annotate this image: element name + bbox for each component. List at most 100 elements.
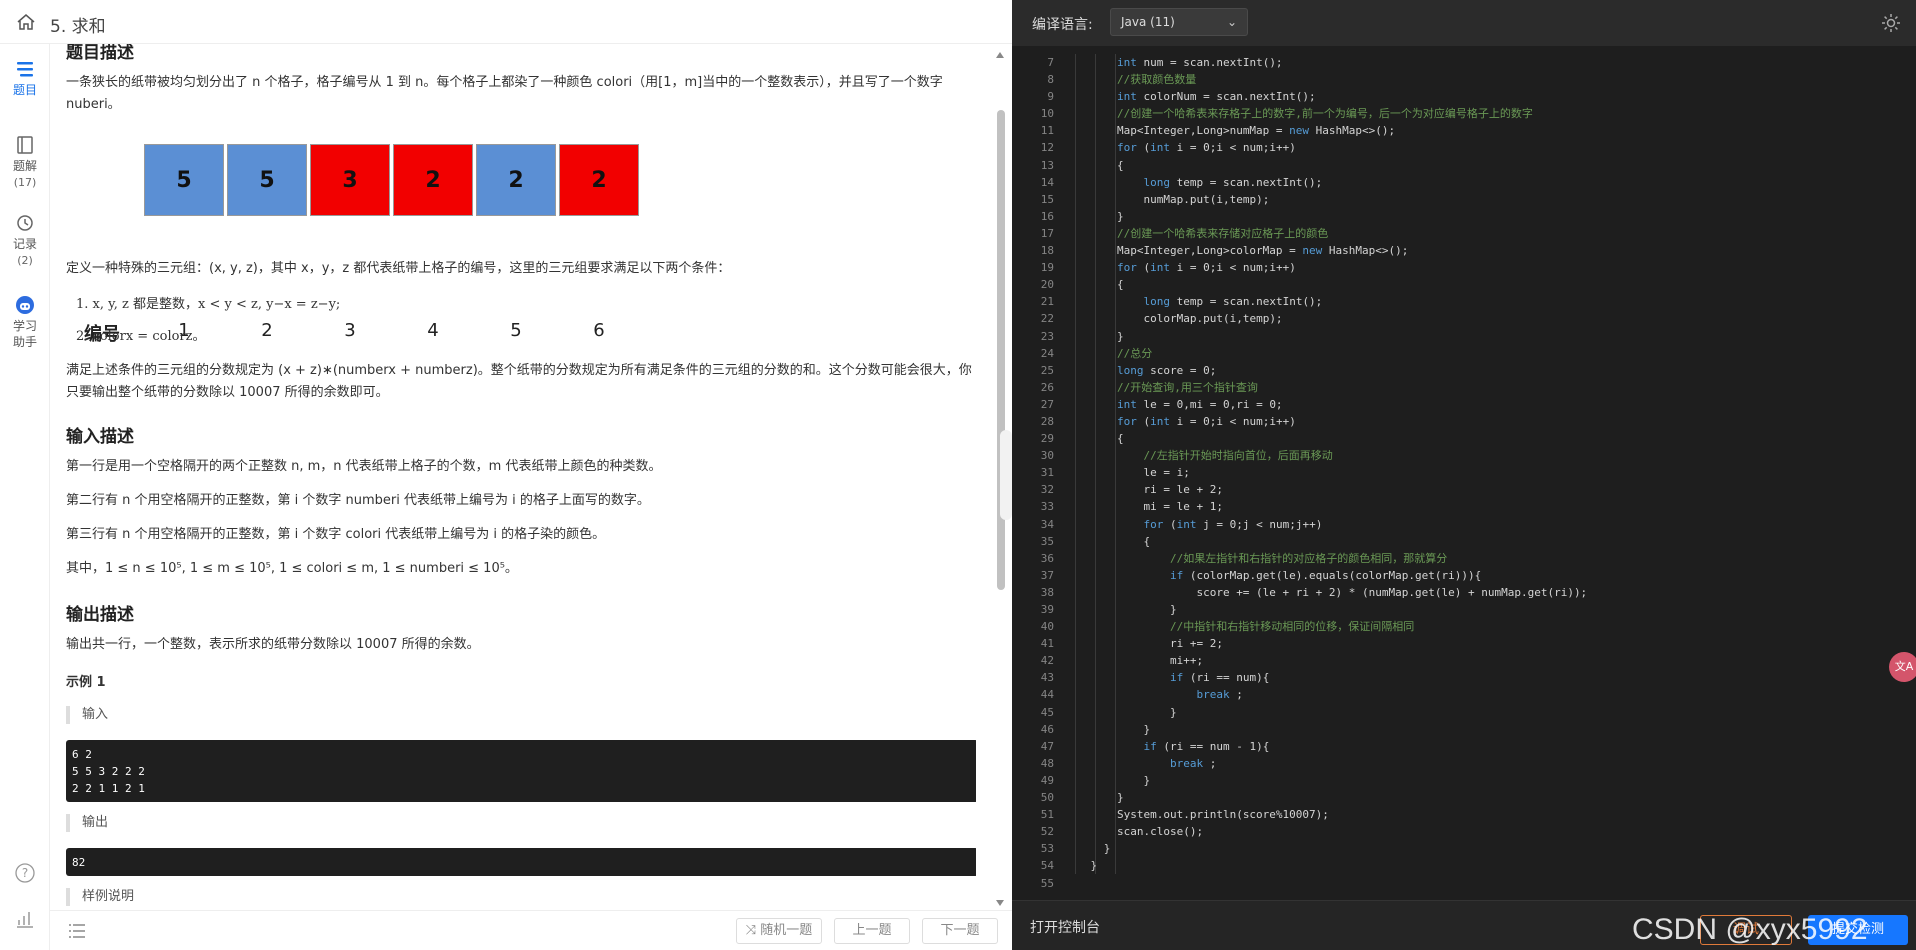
input-desc-2: 第二行有 n 个用空格隔开的正整数，第 i 个数字 numberi 代表纸带上编… xyxy=(66,493,650,508)
code-line[interactable]: break ; xyxy=(1064,755,1884,772)
menu-icon[interactable] xyxy=(68,923,86,939)
input-line: 2 2 1 1 2 1 xyxy=(72,782,145,795)
chevron-down-icon: ⌄ xyxy=(1226,15,1237,29)
code-line[interactable]: score += (le + ri + 2) * (numMap.get(le)… xyxy=(1064,584,1884,601)
line-number: 45 xyxy=(1040,705,1054,719)
line-number: 41 xyxy=(1040,637,1054,651)
code-line[interactable]: long temp = scan.nextInt(); xyxy=(1064,293,1884,310)
code-line[interactable]: colorMap.put(i,temp); xyxy=(1064,310,1884,327)
code-line[interactable]: //开始查询,用三个指针查询 xyxy=(1064,379,1884,396)
code-line[interactable]: for (int i = 0;i < num;i++) xyxy=(1064,413,1884,430)
code-line[interactable]: } xyxy=(1064,601,1884,618)
code-line[interactable]: numMap.put(i,temp); xyxy=(1064,191,1884,208)
pane-splitter[interactable] xyxy=(1000,430,1012,520)
line-number: 25 xyxy=(1040,363,1054,377)
input-line: 6 2 xyxy=(72,748,92,761)
code-line[interactable] xyxy=(1064,875,1884,892)
code-line[interactable]: if (ri == num){ xyxy=(1064,669,1884,686)
code-line[interactable]: } xyxy=(1064,789,1884,806)
code-line[interactable]: } xyxy=(1064,208,1884,225)
home-icon[interactable] xyxy=(16,12,36,32)
code-lines[interactable]: int num = scan.nextInt(); //获取颜色数量 int c… xyxy=(1064,54,1884,892)
code-line[interactable]: //左指针开始时指向首位，后面再移动 xyxy=(1064,447,1884,464)
code-line[interactable]: { xyxy=(1064,276,1884,293)
nav-assistant[interactable]: 学习助手 xyxy=(0,294,50,350)
code-line[interactable]: //中指针和右指针移动相同的位移，保证间隔相同 xyxy=(1064,618,1884,635)
code-line[interactable]: //如果左指针和右指针的对应格子的颜色相同，那就算分 xyxy=(1064,550,1884,567)
code-line[interactable]: Map<Integer,Long>colorMap = new HashMap<… xyxy=(1064,242,1884,259)
code-line[interactable]: for (int j = 0;j < num;j++) xyxy=(1064,516,1884,533)
line-number: 51 xyxy=(1040,808,1054,822)
stats-icon[interactable] xyxy=(14,908,36,930)
example-explain-label: 样例说明 xyxy=(66,888,134,906)
code-line[interactable]: ri += 2; xyxy=(1064,635,1884,652)
code-line[interactable]: //总分 xyxy=(1064,345,1884,362)
code-line[interactable]: { xyxy=(1064,157,1884,174)
code-line[interactable]: long score = 0; xyxy=(1064,362,1884,379)
code-line[interactable]: for (int i = 0;i < num;i++) xyxy=(1064,259,1884,276)
code-line[interactable]: le = i; xyxy=(1064,464,1884,481)
line-number: 31 xyxy=(1040,466,1054,480)
code-line[interactable]: if (ri == num - 1){ xyxy=(1064,738,1884,755)
code-line[interactable]: System.out.println(score%10007); xyxy=(1064,806,1884,823)
code-line[interactable]: } xyxy=(1064,704,1884,721)
example-output-block: 82 xyxy=(66,848,976,876)
example-input-label: 输入 xyxy=(66,706,108,724)
line-number: 23 xyxy=(1040,329,1054,343)
code-line[interactable]: } xyxy=(1064,840,1884,857)
code-line[interactable]: { xyxy=(1064,533,1884,550)
code-line[interactable]: break ; xyxy=(1064,686,1884,703)
help-icon[interactable]: ? xyxy=(14,862,36,884)
scroll-down-icon[interactable] xyxy=(996,900,1004,906)
code-line[interactable]: mi++; xyxy=(1064,652,1884,669)
code-line[interactable]: ri = le + 2; xyxy=(1064,481,1884,498)
line-number: 21 xyxy=(1040,295,1054,309)
nav-solutions[interactable]: 题解 (17) xyxy=(0,134,50,191)
scroll-up-icon[interactable] xyxy=(996,52,1004,58)
code-line[interactable]: scan.close(); xyxy=(1064,823,1884,840)
prev-problem-button[interactable]: 上一题 xyxy=(834,918,910,944)
line-number: 22 xyxy=(1040,312,1054,326)
code-line[interactable]: //创建一个哈希表来存格子上的数字,前一个为编号，后一个为对应编号格子上的数字 xyxy=(1064,105,1884,122)
nav-problem[interactable]: 题目 xyxy=(0,58,50,98)
open-console-button[interactable]: 打开控制台 xyxy=(1030,917,1100,937)
code-line[interactable]: } xyxy=(1064,328,1884,345)
line-number: 48 xyxy=(1040,756,1054,770)
random-problem-button[interactable]: ⤨ 随机一题 xyxy=(736,918,822,944)
output-value: 82 xyxy=(72,856,86,869)
line-number: 20 xyxy=(1040,278,1054,292)
translate-badge[interactable]: 文A xyxy=(1889,652,1916,682)
intro-text: 一条狭长的纸带被均匀划分出了 n 个格子，格子编号从 1 到 n。每个格子上都染… xyxy=(66,75,943,112)
code-line[interactable]: } xyxy=(1064,772,1884,789)
constraint-text: 其中，1 ≤ n ≤ 10⁵, 1 ≤ m ≤ 10⁵, 1 ≤ colori … xyxy=(66,561,518,576)
code-line[interactable]: Map<Integer,Long>numMap = new HashMap<>(… xyxy=(1064,122,1884,139)
line-number: 52 xyxy=(1040,825,1054,839)
language-select[interactable]: Java (11) ⌄ xyxy=(1110,8,1248,36)
line-number: 15 xyxy=(1040,192,1054,206)
code-line[interactable]: { xyxy=(1064,430,1884,447)
code-line[interactable]: //创建一个哈希表来存储对应格子上的颜色 xyxy=(1064,225,1884,242)
input-desc-3: 第三行有 n 个用空格隔开的正整数，第 i 个数字 colori 代表纸带上编号… xyxy=(66,527,606,542)
code-line[interactable]: } xyxy=(1064,721,1884,738)
nav-records[interactable]: 记录 (2) xyxy=(0,212,50,269)
code-line[interactable]: int num = scan.nextInt(); xyxy=(1064,54,1884,71)
code-line[interactable]: long temp = scan.nextInt(); xyxy=(1064,174,1884,191)
robot-icon xyxy=(16,296,34,314)
code-line[interactable]: mi = le + 1; xyxy=(1064,498,1884,515)
tape-cell: 3 xyxy=(310,144,390,216)
code-line[interactable]: //获取颜色数量 xyxy=(1064,71,1884,88)
code-line[interactable]: if (colorMap.get(le).equals(colorMap.get… xyxy=(1064,567,1884,584)
code-line[interactable]: for (int i = 0;i < num;i++) xyxy=(1064,139,1884,156)
line-number: 29 xyxy=(1040,432,1054,446)
condition-1: 1. x, y, z 都是整数，x < y < z, y−x = z−y; xyxy=(76,297,341,312)
bottom-toolbar: ⤨ 随机一题 上一题 下一题 xyxy=(50,910,1012,950)
line-number: 24 xyxy=(1040,346,1054,360)
code-line[interactable]: } xyxy=(1064,857,1884,874)
next-problem-button[interactable]: 下一题 xyxy=(922,918,998,944)
code-line[interactable]: int le = 0,mi = 0,ri = 0; xyxy=(1064,396,1884,413)
gear-icon[interactable] xyxy=(1880,12,1902,34)
line-number: 47 xyxy=(1040,739,1054,753)
code-line[interactable]: int colorNum = scan.nextInt(); xyxy=(1064,88,1884,105)
language-value: Java (11) xyxy=(1121,15,1175,29)
code-editor[interactable]: 7 8 9 10 11 12 13 14 15 16 17 18 19 20 21 22 23 24 25 26 27 2… xyxy=(1012,46,1916,900)
